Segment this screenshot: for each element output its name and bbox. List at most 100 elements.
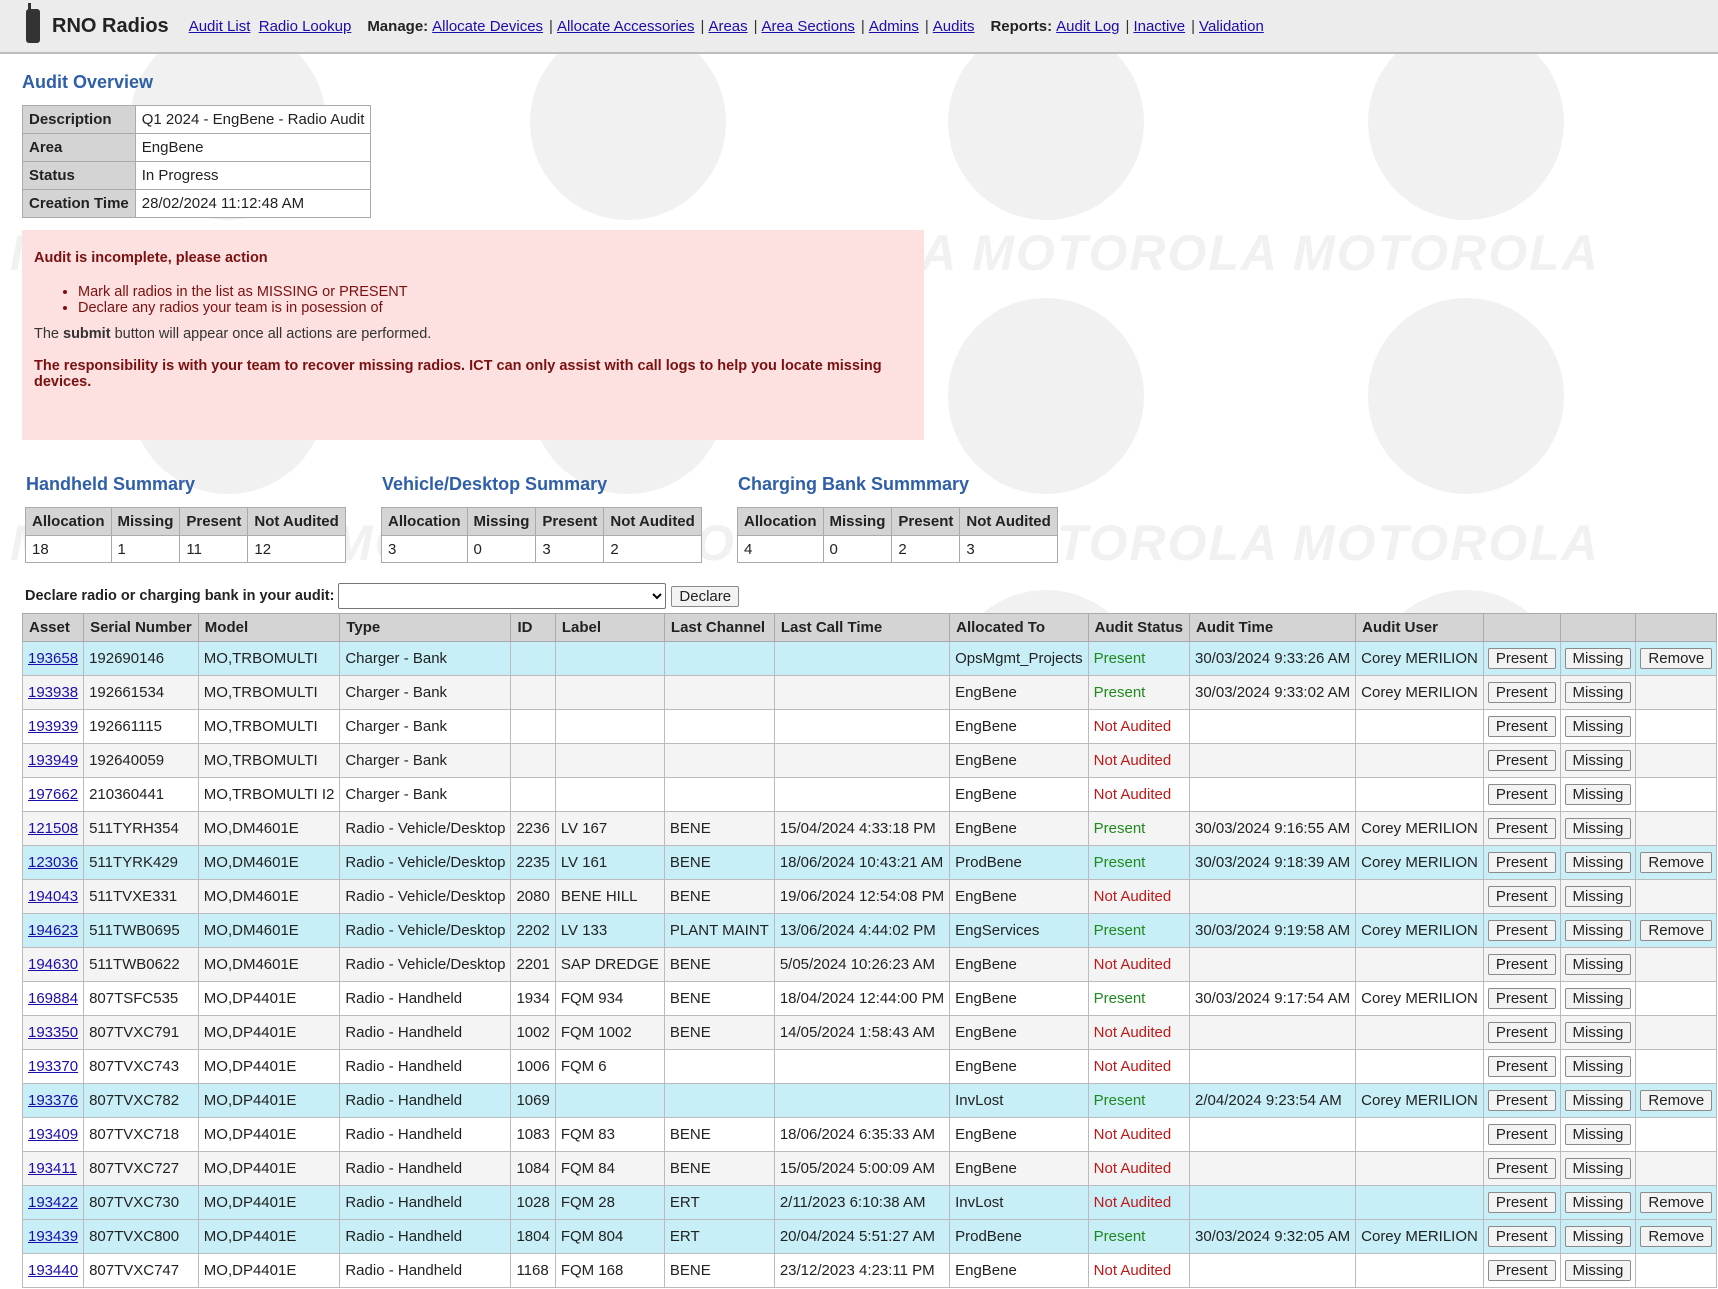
missing-button[interactable]: Missing [1564,886,1632,907]
nav-audit-log[interactable]: Audit Log [1056,18,1119,35]
asset-link[interactable]: 169884 [28,990,78,1007]
present-button[interactable]: Present [1487,1192,1556,1213]
missing-button[interactable]: Missing [1564,852,1632,873]
cell-text: 15/05/2024 5:00:09 AM [779,1160,935,1177]
asset-link[interactable]: 193939 [28,718,78,735]
cell-text: Not Audited [1093,1126,1172,1143]
nav-validation[interactable]: Validation [1199,18,1264,35]
asset-link[interactable]: 193370 [28,1058,78,1075]
present-button[interactable]: Present [1487,1226,1556,1247]
app-title: RNO Radios [52,14,169,37]
present-button[interactable]: Present [1487,1158,1556,1179]
present-button[interactable]: Present [1487,1260,1556,1281]
asset-link[interactable]: 193949 [28,752,78,769]
nav-audits[interactable]: Audits [933,18,975,35]
action-cell: Missing [1559,947,1637,982]
action-cell: Missing [1559,811,1637,846]
missing-button[interactable]: Missing [1564,1090,1632,1111]
asset-link[interactable]: 123036 [28,854,78,871]
nav-allocate-accessories[interactable]: Allocate Accessories [557,18,695,35]
table-row: 197662 210360441 MO,TRBOMULTI I2 Charger - … [21,777,1718,812]
present-button[interactable]: Present [1487,852,1556,873]
missing-button[interactable]: Missing [1564,1226,1632,1247]
cell-audit-time [1188,743,1357,778]
remove-button[interactable]: Remove [1640,852,1713,873]
present-button[interactable]: Present [1487,1022,1556,1043]
asset-link[interactable]: 193409 [28,1126,78,1143]
missing-button[interactable]: Missing [1564,1260,1632,1281]
action-cell: Missing [1559,1015,1637,1050]
present-button[interactable]: Present [1487,682,1556,703]
remove-button[interactable]: Remove [1640,648,1713,669]
asset-link[interactable]: 193376 [28,1092,78,1109]
cell-model: MO,DP4401E [197,1253,341,1288]
nav-allocate-devices[interactable]: Allocate Devices [432,18,543,35]
present-button[interactable]: Present [1487,818,1556,839]
present-button[interactable]: Present [1487,716,1556,737]
asset-link[interactable]: 193439 [28,1228,78,1245]
asset-link[interactable]: 193440 [28,1262,78,1279]
present-button[interactable]: Present [1487,1056,1556,1077]
cell-label: FQM 83 [554,1117,665,1152]
missing-button[interactable]: Missing [1564,784,1632,805]
asset-link[interactable]: 193658 [28,650,78,667]
remove-button[interactable]: Remove [1640,920,1713,941]
action-cell: Present [1482,1219,1561,1254]
missing-button[interactable]: Missing [1564,648,1632,669]
cell-audit-user: Corey MERILION [1355,1219,1484,1254]
cell-serial-number: 511TVXE331 [83,879,199,914]
cell-text: 1069 [516,1092,550,1109]
table-row: 193409 807TVXC718 MO,DP4401E Radio - Handhe… [21,1117,1718,1152]
nav-inactive[interactable]: Inactive [1133,18,1185,35]
missing-button[interactable]: Missing [1564,682,1632,703]
cell-last-channel: BENE [663,1151,775,1186]
asset-link[interactable]: 193350 [28,1024,78,1041]
asset-link[interactable]: 194043 [28,888,78,905]
declare-button[interactable]: Declare [671,585,740,607]
action-cell: Present [1482,641,1561,676]
asset-link[interactable]: 194623 [28,922,78,939]
missing-button[interactable]: Missing [1564,750,1632,771]
present-button[interactable]: Present [1487,1090,1556,1111]
present-button[interactable]: Present [1487,886,1556,907]
present-button[interactable]: Present [1487,988,1556,1009]
asset-link[interactable]: 193411 [28,1160,77,1177]
cell-last-channel: PLANT MAINT [663,913,775,948]
missing-button[interactable]: Missing [1564,1056,1632,1077]
missing-button[interactable]: Missing [1564,920,1632,941]
asset-link[interactable]: 193422 [28,1194,78,1211]
remove-button[interactable]: Remove [1640,1226,1713,1247]
missing-button[interactable]: Missing [1564,1192,1632,1213]
missing-button[interactable]: Missing [1564,988,1632,1009]
nav-admins[interactable]: Admins [869,18,919,35]
missing-button[interactable]: Missing [1564,1158,1632,1179]
missing-button[interactable]: Missing [1564,1022,1632,1043]
cell-last-call-time: 23/12/2023 4:23:11 PM [773,1253,951,1288]
cell-audit-time: 30/03/2024 9:19:58 AM [1188,913,1357,948]
present-button[interactable]: Present [1487,920,1556,941]
table-row: 193376 807TVXC782 MO,DP4401E Radio - Handhe… [21,1083,1718,1118]
present-button[interactable]: Present [1487,1124,1556,1145]
remove-button[interactable]: Remove [1640,1192,1713,1213]
present-button[interactable]: Present [1487,750,1556,771]
missing-button[interactable]: Missing [1564,818,1632,839]
cell-label [554,777,665,812]
table-row: 193440 807TVXC747 MO,DP4401E Radio - Handhe… [21,1253,1718,1288]
asset-link[interactable]: 197662 [28,786,78,803]
present-button[interactable]: Present [1487,954,1556,975]
missing-button[interactable]: Missing [1564,954,1632,975]
nav-area-sections[interactable]: Area Sections [762,18,855,35]
declare-select[interactable] [338,583,667,609]
missing-button[interactable]: Missing [1564,716,1632,737]
missing-button[interactable]: Missing [1564,1124,1632,1145]
cell-text: 192690146 [89,650,165,667]
asset-link[interactable]: 193938 [28,684,78,701]
remove-button[interactable]: Remove [1640,1090,1713,1111]
present-button[interactable]: Present [1487,648,1556,669]
present-button[interactable]: Present [1487,784,1556,805]
asset-link[interactable]: 194630 [28,956,78,973]
asset-link[interactable]: 121508 [28,820,78,837]
nav-radio-lookup[interactable]: Radio Lookup [259,18,352,35]
nav-areas[interactable]: Areas [708,18,747,35]
nav-audit-list[interactable]: Audit List [189,18,251,35]
